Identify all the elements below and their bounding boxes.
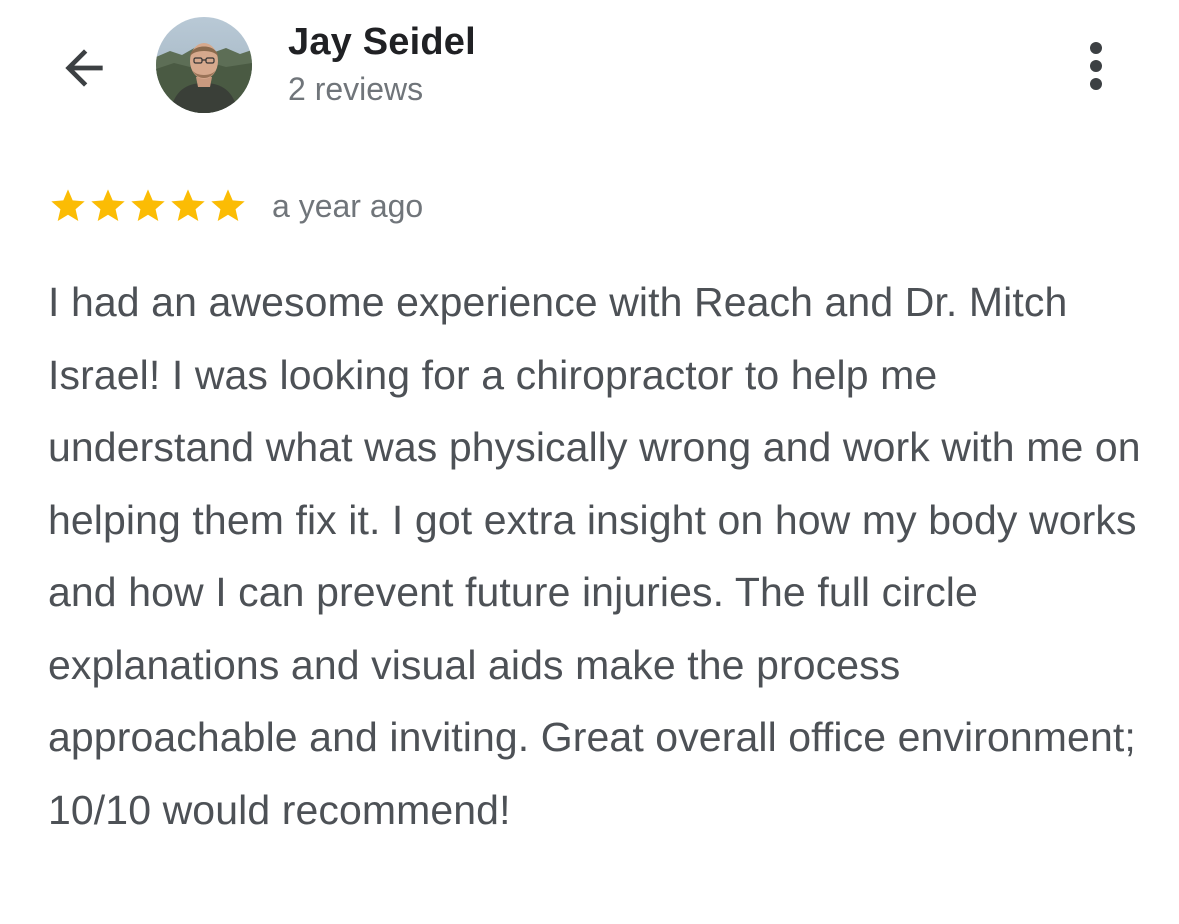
more-vert-icon bbox=[1090, 42, 1102, 90]
arrow-back-icon bbox=[65, 49, 103, 87]
star-icon bbox=[171, 189, 205, 221]
back-button[interactable] bbox=[52, 36, 116, 100]
review-text: I had an awesome experience with Reach a… bbox=[48, 279, 1141, 833]
star-icon bbox=[51, 189, 85, 221]
avatar[interactable] bbox=[156, 17, 252, 113]
star-icon bbox=[91, 189, 125, 221]
star-rating bbox=[48, 186, 248, 226]
review-date: a year ago bbox=[272, 188, 424, 224]
review-count[interactable]: 2 reviews bbox=[288, 70, 423, 108]
star-icon bbox=[131, 189, 165, 221]
more-options-button[interactable] bbox=[1072, 36, 1120, 96]
author-name[interactable]: Jay Seidel bbox=[288, 20, 476, 64]
star-icon bbox=[211, 189, 245, 221]
avatar-photo bbox=[156, 17, 252, 113]
rating-row: a year ago bbox=[48, 184, 423, 228]
